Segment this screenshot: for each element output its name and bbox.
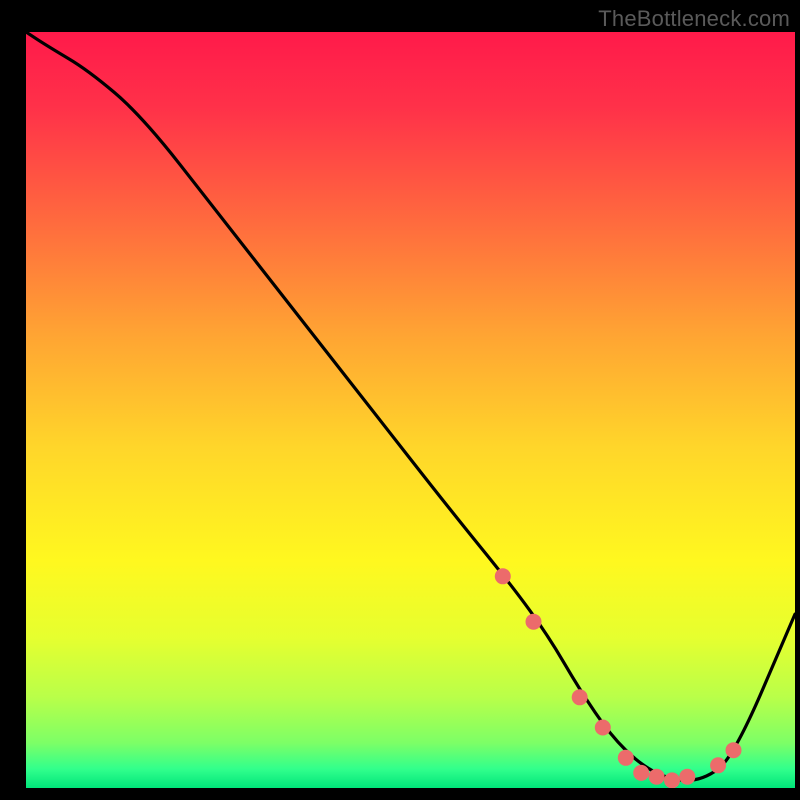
highlight-dot [526, 614, 542, 630]
chart-frame: TheBottleneck.com [0, 0, 800, 800]
highlight-dot [664, 772, 680, 788]
highlight-dot [710, 757, 726, 773]
highlight-dot [618, 750, 634, 766]
highlight-dot [595, 720, 611, 736]
highlight-dot [726, 742, 742, 758]
gradient-background [26, 32, 795, 788]
highlight-dot [572, 689, 588, 705]
attribution-text: TheBottleneck.com [598, 6, 790, 32]
highlight-dot [633, 765, 649, 781]
highlight-dot [679, 769, 695, 785]
bottleneck-chart [26, 32, 795, 788]
plot-area [26, 32, 795, 788]
highlight-dot [649, 769, 665, 785]
highlight-dot [495, 568, 511, 584]
